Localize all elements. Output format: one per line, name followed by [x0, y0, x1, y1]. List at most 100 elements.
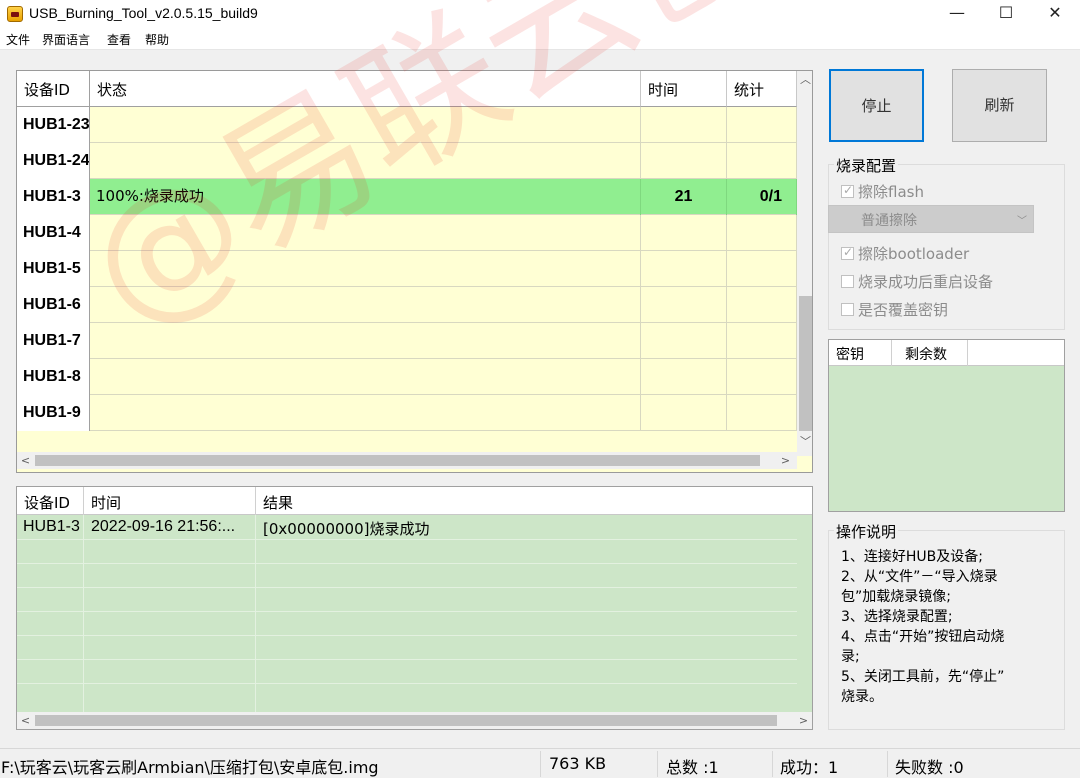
menu-language[interactable]: 界面语言 — [42, 31, 90, 48]
column-divider — [967, 340, 968, 366]
status-divider — [657, 751, 658, 777]
column-divider — [891, 340, 892, 366]
scroll-thumb[interactable] — [35, 455, 760, 466]
help-line: 5、关闭工具前，先“停止” — [841, 669, 1005, 685]
row-line — [17, 659, 797, 660]
menu-help[interactable]: 帮助 — [145, 31, 169, 48]
scroll-up-arrow[interactable]: ︿ — [797, 71, 812, 88]
device-id-cell: HUB1-23 — [17, 107, 90, 143]
stat-cell — [727, 395, 797, 431]
stat-cell: 0/1 — [727, 179, 797, 215]
column-divider — [255, 487, 256, 515]
device-id-cell: HUB1-24 — [17, 143, 90, 179]
log-time: 2022-09-16 21:56:... — [91, 518, 236, 535]
log-header-time[interactable]: 时间 — [91, 492, 121, 513]
help-title: 操作说明 — [834, 521, 899, 542]
refresh-button[interactable]: 刷新 — [952, 69, 1047, 142]
device-row[interactable]: HUB1-6 — [17, 287, 797, 323]
device-row[interactable]: HUB1-9 — [17, 395, 797, 431]
status-file-size: 763 KB — [549, 754, 607, 773]
checkbox-box[interactable] — [841, 275, 854, 288]
log-row[interactable]: HUB1-3 2022-09-16 21:56:... [0x00000000]… — [17, 516, 797, 540]
minimize-button[interactable]: — — [934, 0, 980, 28]
grid-horizontal-scrollbar[interactable]: < > — [17, 452, 797, 469]
scroll-thumb[interactable] — [35, 715, 777, 726]
header-remaining[interactable]: 剩余数 — [905, 344, 947, 364]
status-fail: 失败数 :0 — [895, 758, 964, 777]
log-header-result[interactable]: 结果 — [263, 492, 293, 513]
close-button[interactable]: ✕ — [1032, 0, 1078, 28]
row-line — [17, 683, 797, 684]
header-key[interactable]: 密钥 — [836, 344, 864, 364]
scroll-thumb[interactable] — [799, 296, 812, 431]
menu-bar: 文件 界面语言 查看 帮助 — [0, 28, 1080, 50]
device-row[interactable]: HUB1-4 — [17, 215, 797, 251]
erase-bootloader-checkbox[interactable]: 擦除bootloader — [841, 243, 1061, 263]
device-row[interactable]: HUB1-8 — [17, 359, 797, 395]
erase-flash-checkbox[interactable]: 擦除flash — [841, 181, 1061, 201]
log-result: [0x00000000]烧录成功 — [263, 520, 430, 538]
stat-cell — [727, 107, 797, 143]
status-cell — [90, 395, 641, 431]
reboot-after-checkbox[interactable]: 烧录成功后重启设备 — [841, 271, 1061, 291]
status-cell — [90, 287, 641, 323]
status-total: 总数 :1 — [666, 758, 719, 777]
checkbox-box[interactable] — [841, 303, 854, 316]
overwrite-key-checkbox[interactable]: 是否覆盖密钥 — [841, 299, 1061, 319]
device-id-cell: HUB1-7 — [17, 323, 90, 359]
header-status[interactable]: 状态 — [90, 71, 641, 107]
header-stat[interactable]: 统计 — [727, 71, 797, 107]
device-row[interactable]: HUB1-5 — [17, 251, 797, 287]
status-divider — [887, 751, 888, 777]
checkbox-box[interactable] — [841, 245, 854, 260]
device-id-cell: HUB1-9 — [17, 395, 90, 431]
device-row[interactable]: HUB1-3 100%:烧录成功 21 0/1 — [17, 179, 797, 215]
row-line — [17, 563, 797, 564]
title-bar: USB_Burning_Tool_v2.0.5.15_build9 — ☐ ✕ — [0, 0, 1080, 28]
log-list[interactable]: 设备ID 时间 结果 HUB1-3 2022-09-16 21:56:... [… — [16, 486, 813, 730]
header-device-id[interactable]: 设备ID — [17, 71, 90, 107]
grid-vertical-scrollbar[interactable]: ︿ ﹀ — [797, 71, 812, 456]
device-grid[interactable]: 设备ID 状态 时间 统计 HUB1-23 HUB1-24 HUB1-3 100%:烧… — [16, 70, 813, 473]
erase-mode-dropdown[interactable]: 普通擦除 ﹀ — [828, 205, 1034, 233]
device-row[interactable]: HUB1-7 — [17, 323, 797, 359]
status-divider — [540, 751, 541, 777]
status-cell — [90, 107, 641, 143]
chevron-down-icon: ﹀ — [1017, 216, 1027, 227]
erase-mode-value: 普通擦除 — [861, 213, 917, 229]
menu-view[interactable]: 查看 — [107, 31, 131, 48]
scroll-left-arrow[interactable]: < — [17, 452, 34, 469]
burn-config-title: 烧录配置 — [834, 155, 899, 176]
reboot-after-label: 烧录成功后重启设备 — [858, 273, 994, 291]
log-header: 设备ID 时间 结果 — [17, 487, 812, 515]
device-row[interactable]: HUB1-24 — [17, 143, 797, 179]
help-line: 烧录。 — [841, 689, 883, 705]
status-success: 成功：1 — [780, 758, 839, 777]
checkbox-box[interactable] — [841, 183, 854, 198]
stop-button[interactable]: 停止 — [829, 69, 924, 142]
scroll-right-arrow[interactable]: > — [777, 452, 794, 469]
scroll-left-arrow[interactable]: < — [17, 712, 34, 729]
status-divider — [772, 751, 773, 777]
help-line: 4、点击“开始”按钮启动烧 — [841, 629, 1005, 645]
maximize-button[interactable]: ☐ — [983, 0, 1029, 28]
scroll-right-arrow[interactable]: > — [795, 712, 812, 729]
device-id-cell: HUB1-3 — [17, 179, 90, 215]
device-row[interactable]: HUB1-23 — [17, 107, 797, 143]
menu-file[interactable]: 文件 — [6, 31, 30, 48]
help-group: 1、连接好HUB及设备; 2、从“文件”－“导入烧录 包”加载烧录镜像; 3、选择烧录… — [828, 530, 1065, 730]
status-cell — [90, 215, 641, 251]
scroll-down-arrow[interactable]: ﹀ — [797, 433, 812, 450]
log-header-device-id[interactable]: 设备ID — [24, 492, 70, 513]
log-horizontal-scrollbar[interactable]: < > — [17, 712, 812, 729]
header-time[interactable]: 时间 — [641, 71, 727, 107]
time-cell — [641, 359, 727, 395]
stat-cell — [727, 143, 797, 179]
device-id-cell: HUB1-6 — [17, 287, 90, 323]
help-line: 3、选择烧录配置; — [841, 609, 953, 625]
time-cell — [641, 251, 727, 287]
stat-cell — [727, 215, 797, 251]
status-cell — [90, 251, 641, 287]
key-list[interactable]: 密钥 剩余数 — [828, 339, 1065, 512]
help-line: 录; — [841, 649, 860, 665]
